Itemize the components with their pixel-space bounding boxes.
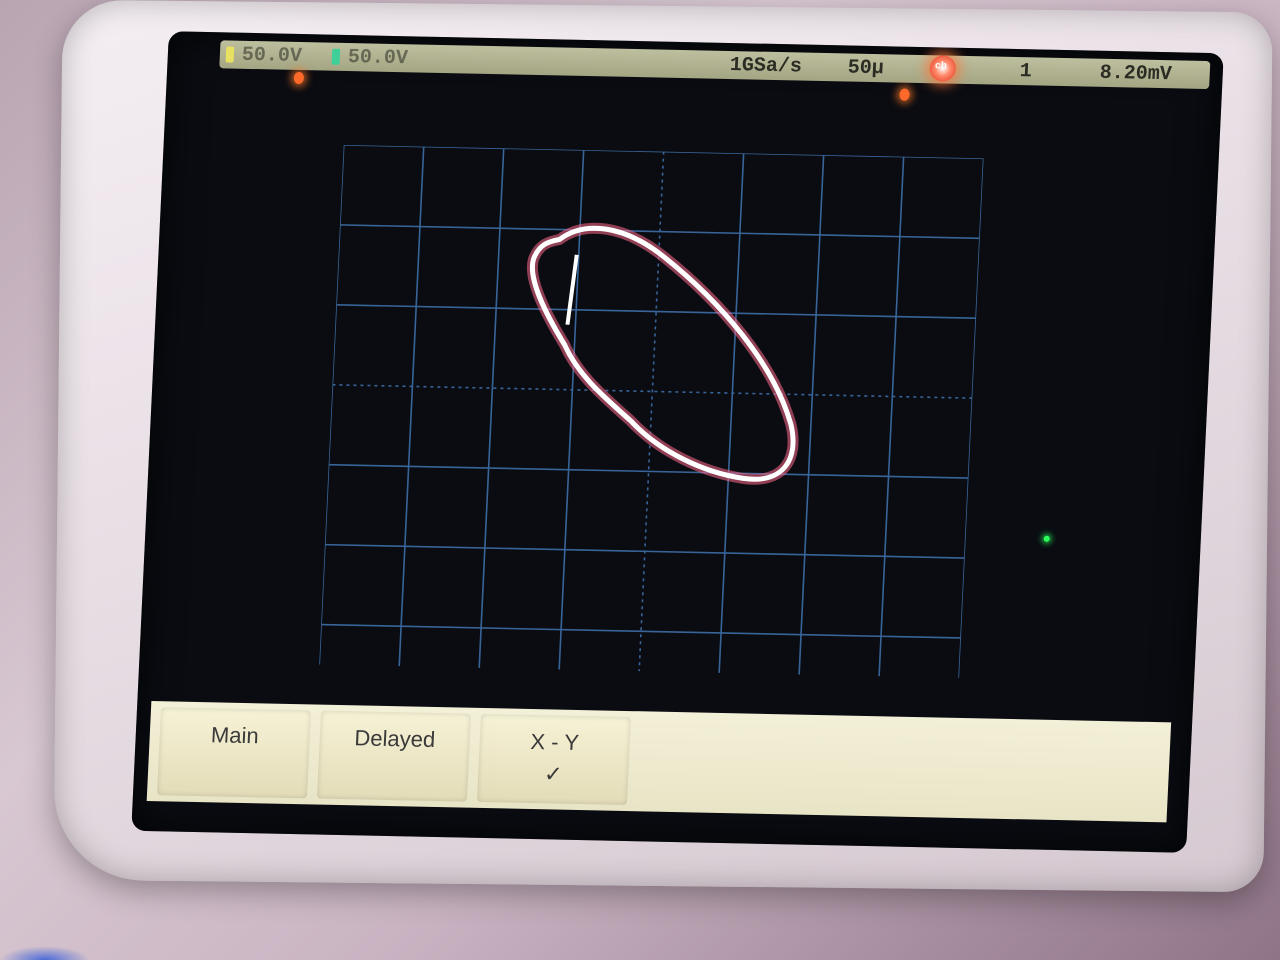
softkey-delayed-label: Delayed [353,725,436,752]
softkey-delayed[interactable]: Delayed [316,710,472,802]
trigger-position-marker-icon [293,71,305,85]
xy-trace [526,222,799,485]
trace-glow [526,222,799,485]
ch2-scale: 50.0V [347,46,409,71]
trigger-level: 8.20mV [1099,61,1173,87]
softkey-main-sub [159,753,309,756]
channel1-marker-icon [225,46,235,63]
trigger-level-marker-icon [899,88,910,101]
grid-lines [319,144,984,678]
sample-rate: 1GSa/s [729,54,803,79]
checkmark-icon: ✓ [543,761,564,787]
softkey-main-label: Main [210,722,260,749]
channel2-marker-icon [331,48,341,65]
softkey-xy-label: X - Y [529,728,580,755]
green-dot-indicator [1043,535,1050,542]
softkey-main[interactable]: Main [156,707,312,799]
softkey-xy[interactable]: X - Y ✓ [476,713,632,806]
trigger-badge: ch [934,61,948,73]
trigger-indicator-icon: ch [929,55,957,82]
softkey-menu: Main Delayed X - Y ✓ [146,701,1172,823]
ch1-scale: 50.0V [241,43,303,69]
oscilloscope-screen: 50.0V 50.0V 1GSa/s 50μ ch 1 8.20mV Main … [131,31,1224,853]
graticule-grid [319,144,984,678]
corner-reflection [0,946,90,960]
timebase: 50μ [847,56,885,81]
softkey-delayed-sub [319,757,469,760]
trigger-source: 1 [1019,60,1033,84]
